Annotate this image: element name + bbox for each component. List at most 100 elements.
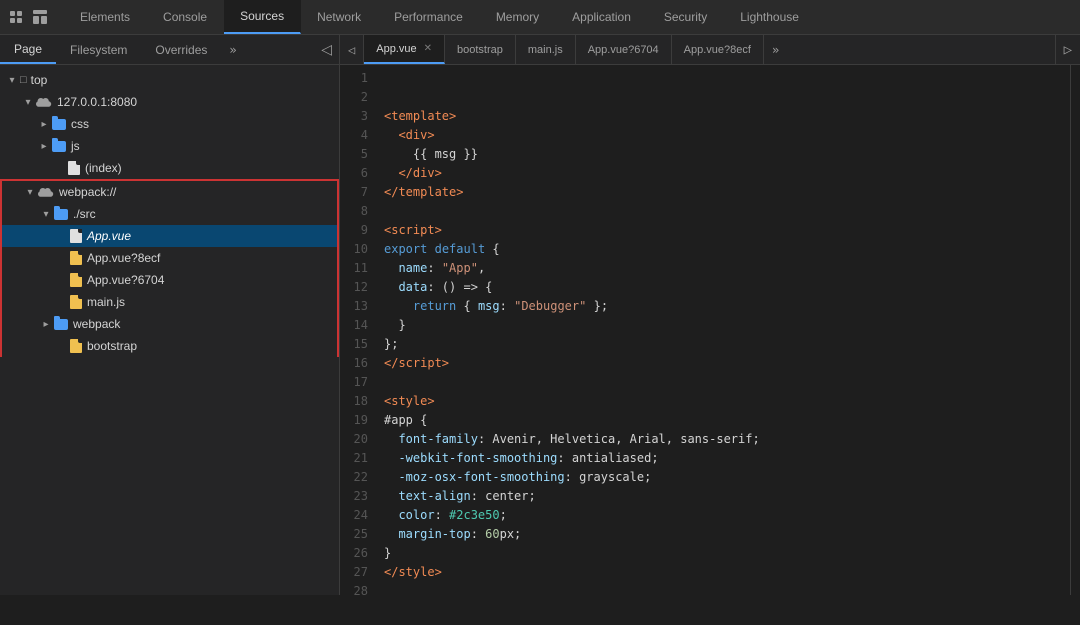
editor-tab-app-vue-close[interactable]: ✕	[424, 43, 432, 54]
toggle-src	[38, 209, 54, 220]
tree-label-host: 127.0.0.1:8080	[57, 95, 137, 109]
tree-label-webpack-folder: webpack	[73, 317, 120, 331]
tab-elements[interactable]: Elements	[64, 0, 147, 34]
line-number: 20	[348, 430, 368, 449]
toggle-host	[20, 97, 36, 108]
tree-item-index[interactable]: (index)	[0, 157, 339, 179]
line-number: 5	[348, 145, 368, 164]
tab-sources-label: Sources	[240, 9, 284, 23]
subtab-filesystem[interactable]: Filesystem	[56, 35, 141, 64]
line-number: 15	[348, 335, 368, 354]
file-icon-app-vue-6704	[70, 273, 82, 287]
editor-tab-more-label: »	[772, 43, 779, 57]
tab-lighthouse[interactable]: Lighthouse	[724, 0, 816, 34]
tab-performance[interactable]: Performance	[378, 0, 480, 34]
sidebar-content: Page Filesystem Overrides » ◁	[0, 35, 339, 595]
line-number: 13	[348, 297, 368, 316]
line-number: 12	[348, 278, 368, 297]
tree-label-app-vue-6704: App.vue?6704	[87, 273, 164, 287]
tab-application[interactable]: Application	[556, 0, 648, 34]
code-line: -moz-osx-font-smoothing: grayscale;	[384, 468, 1070, 487]
code-line: <style>	[384, 392, 1070, 411]
editor-tab-app-vue-6704[interactable]: App.vue?6704	[576, 35, 672, 64]
toggle-css	[36, 119, 52, 130]
tree-item-bootstrap[interactable]: bootstrap	[2, 335, 337, 357]
file-icon-main-js	[70, 295, 82, 309]
editor-tab-main-js[interactable]: main.js	[516, 35, 576, 64]
code-line: return { msg: "Debugger" };	[384, 297, 1070, 316]
tab-application-label: Application	[572, 10, 631, 24]
tree-item-host[interactable]: 127.0.0.1:8080	[0, 91, 339, 113]
editor-tab-app-vue-8ecf-label: App.vue?8ecf	[684, 44, 751, 56]
line-number: 8	[348, 202, 368, 221]
tab-memory[interactable]: Memory	[480, 0, 556, 34]
line-number: 14	[348, 316, 368, 335]
editor-tab-more[interactable]: »	[764, 35, 787, 64]
tab-console-label: Console	[163, 10, 207, 24]
code-content[interactable]: 1234567891011121314151617181920212223242…	[340, 65, 1080, 595]
editor-nav-btn[interactable]: ▷	[1055, 35, 1080, 64]
code-line: export default {	[384, 240, 1070, 259]
code-line: <template>	[384, 107, 1070, 126]
tree-item-app-vue[interactable]: App.vue	[2, 225, 337, 247]
sub-tab-bar: Page Filesystem Overrides » ◁	[0, 35, 339, 65]
line-number: 17	[348, 373, 368, 392]
line-number: 27	[348, 563, 368, 582]
toggle-webpack	[22, 187, 38, 198]
scrollbar-track[interactable]	[1070, 65, 1080, 595]
line-number: 19	[348, 411, 368, 430]
line-number: 23	[348, 487, 368, 506]
tree-item-app-vue-6704[interactable]: App.vue?6704	[2, 269, 337, 291]
tree-item-app-vue-8ecf[interactable]: App.vue?8ecf	[2, 247, 337, 269]
cloud-icon-webpack	[38, 186, 54, 198]
subtab-overrides[interactable]: Overrides	[141, 35, 221, 64]
devtools-icons	[0, 0, 64, 34]
main-layout: Page Filesystem Overrides » ◁	[0, 35, 1080, 595]
line-number: 24	[348, 506, 368, 525]
line-number: 4	[348, 126, 368, 145]
tree-item-src[interactable]: ./src	[2, 203, 337, 225]
line-number: 9	[348, 221, 368, 240]
editor-tab-bar: ◁ App.vue ✕ bootstrap main.js App.vue?67…	[340, 35, 1080, 65]
line-number: 22	[348, 468, 368, 487]
code-line: color: #2c3e50;	[384, 506, 1070, 525]
subtab-overrides-label: Overrides	[155, 43, 207, 57]
line-numbers: 1234567891011121314151617181920212223242…	[340, 65, 376, 595]
top-icon: □	[20, 74, 27, 86]
tree-label-js: js	[71, 139, 80, 153]
code-line: font-family: Avenir, Helvetica, Arial, s…	[384, 430, 1070, 449]
tab-elements-label: Elements	[80, 10, 130, 24]
code-line	[384, 88, 1070, 107]
webpack-highlight-box: webpack:// ./src App.vue	[0, 179, 339, 357]
editor-tab-bootstrap[interactable]: bootstrap	[445, 35, 516, 64]
subtab-more[interactable]: »	[221, 35, 244, 64]
editor-tab-app-vue-8ecf[interactable]: App.vue?8ecf	[672, 35, 764, 64]
editor-tab-main-js-label: main.js	[528, 44, 563, 56]
subtab-page-label: Page	[14, 42, 42, 56]
tree-label-index: (index)	[85, 161, 122, 175]
tree-item-webpack-folder[interactable]: webpack	[2, 313, 337, 335]
tree-item-js[interactable]: js	[0, 135, 339, 157]
editor-tab-app-vue-label: App.vue	[376, 43, 416, 55]
editor-tab-app-vue[interactable]: App.vue ✕	[364, 35, 445, 64]
tree-item-webpack[interactable]: webpack://	[2, 181, 337, 203]
code-editor: ◁ App.vue ✕ bootstrap main.js App.vue?67…	[340, 35, 1080, 595]
tree-item-css[interactable]: css	[0, 113, 339, 135]
line-number: 11	[348, 259, 368, 278]
tab-security[interactable]: Security	[648, 0, 724, 34]
collapse-sidebar-btn[interactable]: ◁	[318, 38, 335, 61]
tab-lighthouse-label: Lighthouse	[740, 10, 799, 24]
code-line	[384, 69, 1070, 88]
subtab-page[interactable]: Page	[0, 35, 56, 64]
subtab-filesystem-label: Filesystem	[70, 43, 127, 57]
tab-console[interactable]: Console	[147, 0, 224, 34]
tree-label-css: css	[71, 117, 89, 131]
tree-item-top[interactable]: □ top	[0, 69, 339, 91]
tree-item-main-js[interactable]: main.js	[2, 291, 337, 313]
editor-nav-icon: ▷	[1064, 42, 1072, 58]
tab-network[interactable]: Network	[301, 0, 378, 34]
subtab-controls: ◁	[314, 35, 339, 64]
file-icon-app-vue-8ecf	[70, 251, 82, 265]
collapse-editor-btn[interactable]: ◁	[340, 35, 364, 64]
tab-sources[interactable]: Sources	[224, 0, 301, 34]
